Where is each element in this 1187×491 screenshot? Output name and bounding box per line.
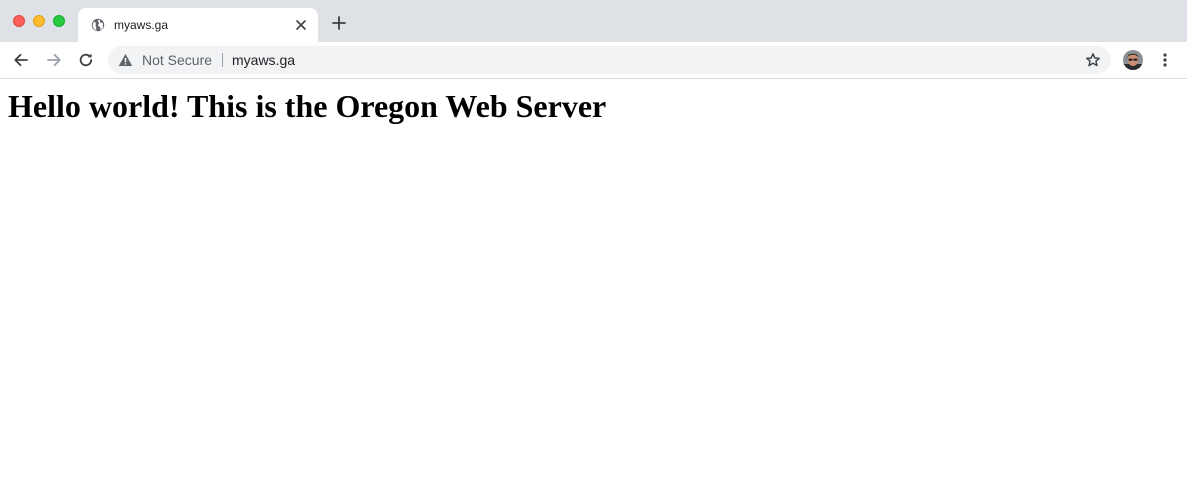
window-close-button[interactable] bbox=[13, 15, 25, 27]
avatar[interactable] bbox=[1123, 50, 1143, 70]
url-text[interactable]: myaws.ga bbox=[232, 52, 295, 68]
address-bar[interactable]: Not Secure myaws.ga bbox=[108, 46, 1111, 74]
kebab-menu-icon bbox=[1163, 53, 1167, 67]
reload-icon bbox=[79, 53, 93, 67]
close-icon[interactable] bbox=[294, 18, 308, 32]
plus-icon bbox=[332, 16, 346, 30]
browser-menu-button[interactable] bbox=[1157, 51, 1173, 69]
back-arrow-icon bbox=[14, 53, 28, 67]
page-content: Hello world! This is the Oregon Web Serv… bbox=[0, 79, 1187, 491]
security-status-label[interactable]: Not Secure bbox=[142, 52, 212, 68]
warning-triangle-icon[interactable] bbox=[118, 53, 133, 67]
globe-icon bbox=[91, 18, 105, 32]
window-minimize-button[interactable] bbox=[33, 15, 45, 27]
tab-title: myaws.ga bbox=[114, 18, 169, 32]
tab-strip: myaws.ga bbox=[0, 0, 1187, 42]
window-maximize-button[interactable] bbox=[53, 15, 65, 27]
page-heading: Hello world! This is the Oregon Web Serv… bbox=[8, 88, 607, 124]
forward-arrow-icon bbox=[47, 53, 61, 67]
browser-window: myaws.ga Not Secure myaws.ga Hello world… bbox=[0, 0, 1187, 491]
forward-button[interactable] bbox=[45, 51, 63, 69]
star-icon[interactable] bbox=[1085, 52, 1101, 68]
back-button[interactable] bbox=[12, 51, 30, 69]
address-divider bbox=[222, 53, 223, 67]
new-tab-button[interactable] bbox=[331, 15, 347, 31]
reload-button[interactable] bbox=[77, 51, 95, 69]
tab-myaws[interactable]: myaws.ga bbox=[78, 8, 318, 42]
toolbar: Not Secure myaws.ga bbox=[0, 42, 1187, 78]
